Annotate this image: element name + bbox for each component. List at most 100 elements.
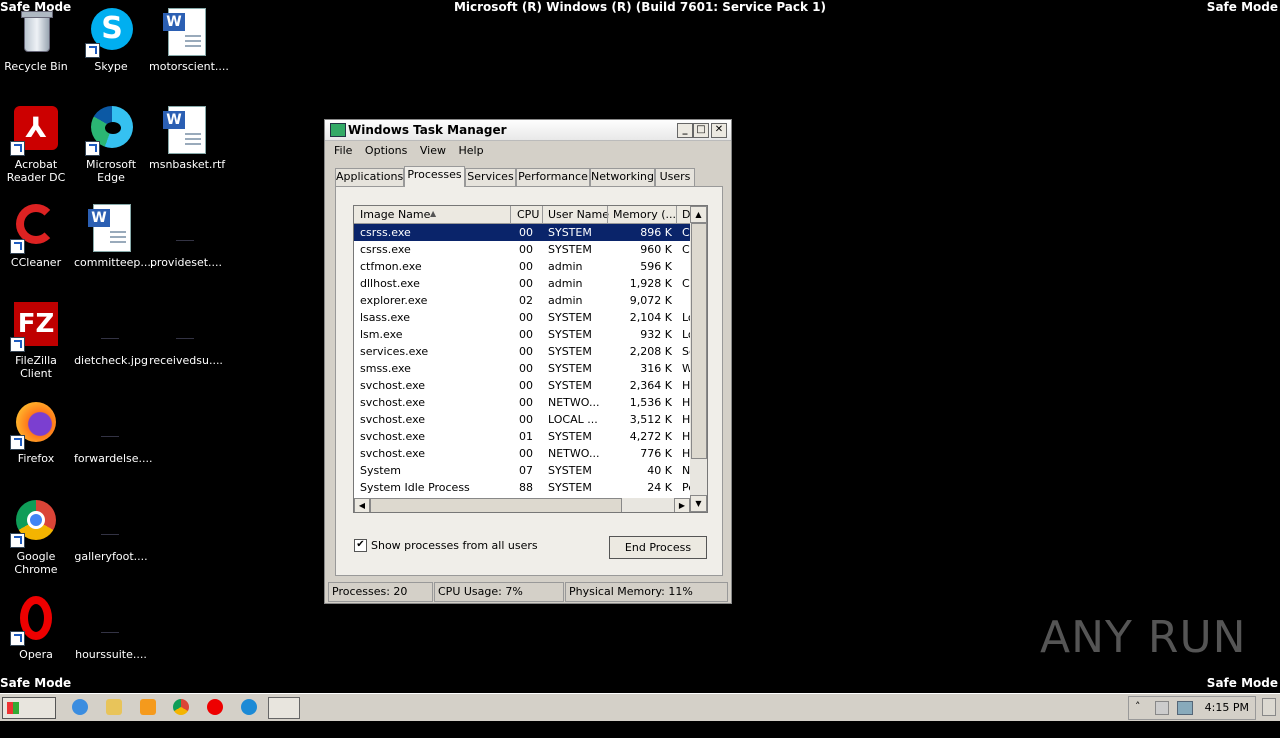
tab-applications[interactable]: Applications xyxy=(335,168,404,186)
file-icon xyxy=(162,204,210,252)
chrome-icon xyxy=(10,498,60,548)
description-cell: H xyxy=(682,379,690,392)
chrome-icon[interactable] xyxy=(173,699,189,715)
desktop-icon-msnbasket[interactable]: W msnbasket.rtf xyxy=(149,106,226,171)
desktop-icon-recycle-bin[interactable]: Recycle Bin xyxy=(0,8,73,73)
table-row[interactable]: explorer.exe 02 admin 9,072 K xyxy=(354,292,690,309)
table-row[interactable]: lsass.exe00SYSTEM2,104 KLo xyxy=(354,309,690,326)
table-row[interactable]: svchost.exe 00 NETWO... 776 KH xyxy=(354,445,690,462)
task-manager-window: Windows Task Manager _ □ ✕ File Options … xyxy=(324,119,732,604)
column-image-name[interactable]: Image Name xyxy=(360,208,430,221)
edge-icon[interactable] xyxy=(241,699,257,715)
desktop-icon-label: provideset.... xyxy=(149,256,223,269)
desktop-icon-label: Opera xyxy=(19,648,53,661)
desktop-icon-dietcheck[interactable]: dietcheck.jpg xyxy=(74,302,148,367)
tab-services[interactable]: Services xyxy=(465,168,516,186)
show-desktop-button[interactable] xyxy=(1262,698,1276,716)
desktop-icon-galleryfoot[interactable]: galleryfoot.... xyxy=(74,498,148,563)
table-row[interactable]: svchost.exe 00 LOCAL ... 3,512 KH xyxy=(354,411,690,428)
desktop-icon-label: Acrobat Reader DC xyxy=(6,158,66,184)
menu-view[interactable]: View xyxy=(417,141,452,157)
scroll-down-icon[interactable]: ▼ xyxy=(690,495,707,512)
task-manager-taskbar-button[interactable] xyxy=(268,697,300,719)
vertical-scrollbar[interactable]: ▲ ▼ xyxy=(690,206,707,512)
table-row[interactable]: svchost.exe 01 SYSTEM 4,272 KH xyxy=(354,428,690,445)
opera-icon[interactable] xyxy=(207,699,223,715)
clock[interactable]: 4:15 PM xyxy=(1205,701,1249,714)
process-list[interactable]: Image Name ▲ CPU User Name Memory (... D… xyxy=(353,205,708,513)
desktop-icon-firefox[interactable]: Firefox xyxy=(0,400,73,465)
desktop-icon-receivedsu[interactable]: receivedsu.... xyxy=(149,302,223,367)
tab-networking[interactable]: Networking xyxy=(590,168,655,186)
table-row[interactable]: System Idle Process88SYSTEM24 KPe xyxy=(354,479,690,496)
table-row[interactable]: dllhost.exe 00 admin 1,928 KC xyxy=(354,275,690,292)
start-button[interactable]: Start xyxy=(2,697,56,735)
desktop-icon-committeep[interactable]: W committeep.... xyxy=(74,204,154,269)
desktop-icon-label: msnbasket.rtf xyxy=(149,158,226,171)
end-process-button[interactable]: End Process xyxy=(609,536,707,559)
show-all-users-checkbox[interactable]: ✔ xyxy=(354,539,367,552)
tab-performance[interactable]: Performance xyxy=(516,168,590,186)
scroll-up-icon[interactable]: ▲ xyxy=(690,206,707,223)
scroll-thumb[interactable] xyxy=(691,223,707,459)
cpu-cell: 00 xyxy=(519,328,533,341)
table-row[interactable]: ctfmon.exe 00 admin 596 K xyxy=(354,258,690,275)
menu-help[interactable]: Help xyxy=(455,141,489,157)
tab-processes[interactable]: Processes xyxy=(404,166,465,187)
tab-users[interactable]: Users xyxy=(655,168,695,186)
desktop-icon-motorscient[interactable]: W motorscient.... xyxy=(149,8,229,73)
window-title: Windows Task Manager xyxy=(348,123,507,137)
process-name-cell: System Idle Process xyxy=(360,481,470,494)
table-row[interactable]: lsm.exe00SYSTEM932 KLo xyxy=(354,326,690,343)
show-all-users-label[interactable]: Show processes from all users xyxy=(371,539,538,552)
scroll-right-icon[interactable]: ▶ xyxy=(674,498,690,512)
internet-explorer-icon[interactable] xyxy=(72,699,88,715)
taskbar: Start ˄ 4:15 PM xyxy=(0,693,1280,735)
column-memory[interactable]: Memory (... xyxy=(613,208,676,221)
desktop-icon-edge[interactable]: Microsoft Edge xyxy=(74,106,148,184)
table-row[interactable]: csrss.exe 00 SYSTEM 896 KC xyxy=(354,224,690,241)
desktop-icon-label: Firefox xyxy=(17,452,55,465)
process-name-cell: svchost.exe xyxy=(360,413,426,426)
media-player-icon[interactable] xyxy=(140,699,156,715)
desktop-icon-ccleaner[interactable]: CCleaner xyxy=(0,204,73,269)
network-icon[interactable] xyxy=(1177,701,1193,715)
desktop-icon-filezilla[interactable]: FZ FileZilla Client xyxy=(0,302,73,380)
column-user-name[interactable]: User Name xyxy=(548,208,609,221)
desktop-icon-provideset[interactable]: provideset.... xyxy=(149,204,223,269)
title-bar[interactable]: Windows Task Manager _ □ ✕ xyxy=(325,120,731,141)
menu-options[interactable]: Options xyxy=(362,141,413,157)
memory-cell: 776 K xyxy=(640,447,672,460)
desktop-icon-label: CCleaner xyxy=(10,256,62,269)
table-row[interactable]: csrss.exe 00 SYSTEM 960 KC xyxy=(354,241,690,258)
desktop-icon-label: motorscient.... xyxy=(149,60,229,73)
memory-cell: 1,928 K xyxy=(629,277,672,290)
hscroll-thumb[interactable] xyxy=(370,498,622,512)
horizontal-scrollbar[interactable]: ◀ ▶ xyxy=(354,498,690,512)
show-hidden-icons[interactable]: ˄ xyxy=(1135,700,1141,713)
desktop-icon-skype[interactable]: S Skype xyxy=(74,8,148,73)
scroll-left-icon[interactable]: ◀ xyxy=(354,498,370,512)
desktop-icon-acrobat[interactable]: ⅄ Acrobat Reader DC xyxy=(0,106,73,184)
column-cpu[interactable]: CPU xyxy=(517,208,539,221)
table-row[interactable]: services.exe00SYSTEM2,208 KSe xyxy=(354,343,690,360)
desktop-icon-chrome[interactable]: Google Chrome xyxy=(0,498,73,576)
desktop-icon-opera[interactable]: Opera xyxy=(0,596,73,661)
process-name-cell: svchost.exe xyxy=(360,396,426,409)
table-row[interactable]: svchost.exe 00 SYSTEM 2,364 KH xyxy=(354,377,690,394)
desktop-icon-label: hourssuite.... xyxy=(75,648,147,661)
table-row[interactable]: svchost.exe 00 NETWO... 1,536 KH xyxy=(354,394,690,411)
word-document-icon: W xyxy=(162,106,210,154)
cpu-cell: 88 xyxy=(519,481,533,494)
desktop-icon-forwardelse[interactable]: forwardelse.... xyxy=(74,400,152,465)
table-row[interactable]: smss.exe00SYSTEM316 KW xyxy=(354,360,690,377)
maximize-button[interactable]: □ xyxy=(693,123,709,138)
description-cell: N xyxy=(682,464,690,477)
menu-file[interactable]: File xyxy=(331,141,358,157)
desktop-icon-hourssuite[interactable]: hourssuite.... xyxy=(74,596,148,661)
minimize-button[interactable]: _ xyxy=(677,123,693,138)
table-row[interactable]: System 07 SYSTEM 40 KN xyxy=(354,462,690,479)
close-button[interactable]: ✕ xyxy=(711,123,727,138)
explorer-folder-icon[interactable] xyxy=(106,699,122,715)
action-center-icon[interactable] xyxy=(1155,701,1169,715)
